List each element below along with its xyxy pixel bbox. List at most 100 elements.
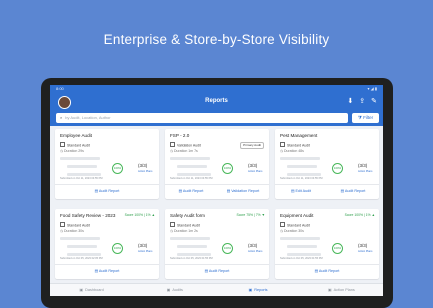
search-placeholder: by Audit, Location, Author <box>65 115 111 120</box>
duration: ◷ Duration 48s <box>280 149 304 153</box>
audit-report-button[interactable]: ▤ Audit Report <box>275 267 379 276</box>
report-card[interactable]: Pest Management Standard Audit ◷ Duration … <box>275 129 379 199</box>
app-screen: 8:00 ▾ ◢ ▮ Reports ⬇ ⇪ ✎ ⌕ by Audit, Loca… <box>50 85 383 296</box>
share-icon[interactable]: ⇪ <box>359 98 365 105</box>
placeholder-line <box>170 157 210 160</box>
placeholder-line <box>60 237 100 240</box>
audit-report-button[interactable]: ▤ Audit Report <box>327 187 379 196</box>
action-plan-ratio: (3/3) <box>358 163 368 168</box>
placeholder-line <box>67 173 101 176</box>
action-plan-ratio: (3/3) <box>138 163 148 168</box>
placeholder-line <box>67 253 101 256</box>
duration-label: Duration <box>174 229 189 233</box>
duration-label: Duration <box>64 149 79 153</box>
edit-audit-button[interactable]: ▤ Edit Audit <box>275 187 327 196</box>
audit-type-label: Standard Audit <box>67 223 90 228</box>
audit-report-label: Audit Report <box>98 269 120 273</box>
placeholder-line <box>177 253 211 256</box>
dashboard-icon: ▣ <box>79 288 84 292</box>
duration-value: 30s <box>78 229 84 233</box>
status-icons: ▾ ◢ ▮ <box>367 86 377 91</box>
audit-report-label: Audit Report <box>182 189 204 193</box>
audit-type-icon <box>280 142 285 147</box>
audit-report-button[interactable]: ▤ Audit Report <box>55 267 159 276</box>
filter-label: Filter <box>363 115 374 120</box>
placeholder-line <box>170 237 210 240</box>
report-card[interactable]: Equipment Audit Score 100% | 1% ▲ Standard… <box>275 209 379 279</box>
nav-item-action-plans[interactable]: ▣ Action Plans <box>300 284 383 296</box>
audit-type: Standard Audit <box>60 222 90 228</box>
audit-type: Validation Audit <box>170 142 201 148</box>
audit-type-icon <box>280 222 285 227</box>
card-actions: ▤ Audit Report <box>165 267 269 276</box>
audit-type: Standard Audit <box>280 222 310 228</box>
action-plans-link[interactable]: Action Plans <box>138 170 152 173</box>
audit-type-label: Standard Audit <box>287 143 310 148</box>
filter-button[interactable]: ⧩ Filter <box>352 113 379 123</box>
completion-percent: 100% <box>332 163 343 174</box>
card-divider <box>275 184 379 185</box>
score-badge: Score 75% | 7% ▼ <box>236 213 265 217</box>
page-title: Reports <box>205 98 228 104</box>
action-plans-link[interactable]: Action Plans <box>248 170 262 173</box>
completion-percent: 100% <box>112 163 123 174</box>
duration-label: Duration <box>174 149 189 153</box>
audit-report-button[interactable]: ▤ Audit Report <box>165 187 217 196</box>
card-divider <box>55 264 159 265</box>
report-card[interactable]: Food Safety Review - 2023 Score 100% | 1%… <box>55 209 159 279</box>
card-actions: ▤ Edit Audit ▤ Audit Report <box>275 187 379 196</box>
reports-icon: ▣ <box>248 288 253 292</box>
nav-item-reports[interactable]: ▣ Reports <box>217 284 300 296</box>
card-actions: ▤ Audit Report <box>55 267 159 276</box>
report-card[interactable]: Employee Audit Standard Audit ◷ Duration 2… <box>55 129 159 199</box>
report-card[interactable]: Safety Audit form Score 75% | 7% ▼ Standar… <box>165 209 269 279</box>
placeholder-line <box>60 157 100 160</box>
score-badge: Score 100% | 1% ▲ <box>344 213 375 217</box>
duration: ◷ Duration 30s <box>60 229 84 233</box>
completion-percent: 100% <box>332 243 343 254</box>
placeholder-line <box>177 165 207 168</box>
audit-report-button[interactable]: ▤ Audit Report <box>165 267 269 276</box>
duration: ◷ Duration 30s <box>280 229 304 233</box>
card-title: Employee Audit <box>60 133 92 138</box>
submitted-date: Submitted on Oct 05, 2023 02:05 PM <box>60 257 103 260</box>
search-row: ⌕ by Audit, Location, Author ⧩ Filter <box>50 112 383 126</box>
validation-report-label: Validation Report <box>231 189 260 193</box>
search-input[interactable]: ⌕ by Audit, Location, Author <box>56 113 348 123</box>
search-icon: ⌕ <box>60 115 63 120</box>
audit-report-button[interactable]: ▤ Audit Report <box>55 187 159 196</box>
audit-report-label: Audit Report <box>208 269 230 273</box>
nav-item-audits[interactable]: ▣ Audits <box>133 284 216 296</box>
action-plans-link[interactable]: Action Plans <box>358 250 372 253</box>
edit-audit-label: Edit Audit <box>295 189 312 193</box>
placeholder-line <box>280 157 320 160</box>
submitted-date: Submitted on Oct 05, 2023 01:55 PM <box>170 257 213 260</box>
nav-label: Action Plans <box>333 288 355 292</box>
bottom-nav: ▣ Dashboard ▣ Audits ▣ Reports ▣ Action Plans <box>50 283 383 296</box>
audit-type: Standard Audit <box>60 142 90 148</box>
duration-value: 30s <box>298 229 304 233</box>
nav-item-dashboard[interactable]: ▣ Dashboard <box>50 284 133 296</box>
audit-report-label: Audit Report <box>318 269 340 273</box>
card-divider <box>55 184 159 185</box>
submitted-date: Submitted on Oct 05, 2023 01:55 PM <box>280 257 323 260</box>
completion-percent: 100% <box>222 243 233 254</box>
card-title: Equipment Audit <box>280 213 314 218</box>
audit-type-label: Standard Audit <box>177 223 200 228</box>
duration-value: 1m 2s <box>188 229 198 233</box>
audit-type-icon <box>60 222 65 227</box>
placeholder-line <box>67 165 97 168</box>
edit-icon[interactable]: ✎ <box>371 98 377 105</box>
card-title: Pest Management <box>280 133 318 138</box>
validation-report-button[interactable]: ▤ Validation Report <box>217 187 269 196</box>
report-card[interactable]: FSP - 2.0 Primary Audit Validation Audit ◷ … <box>165 129 269 199</box>
download-icon[interactable]: ⬇ <box>347 98 353 105</box>
nav-label: Reports <box>254 288 268 292</box>
action-plans-link[interactable]: Action Plans <box>358 170 372 173</box>
duration: ◷ Duration 29s <box>60 149 84 153</box>
action-plans-link[interactable]: Action Plans <box>248 250 262 253</box>
action-plans-link[interactable]: Action Plans <box>138 250 152 253</box>
placeholder-line <box>280 237 320 240</box>
action-plan-ratio: (3/3) <box>248 163 258 168</box>
nav-label: Audits <box>172 288 183 292</box>
